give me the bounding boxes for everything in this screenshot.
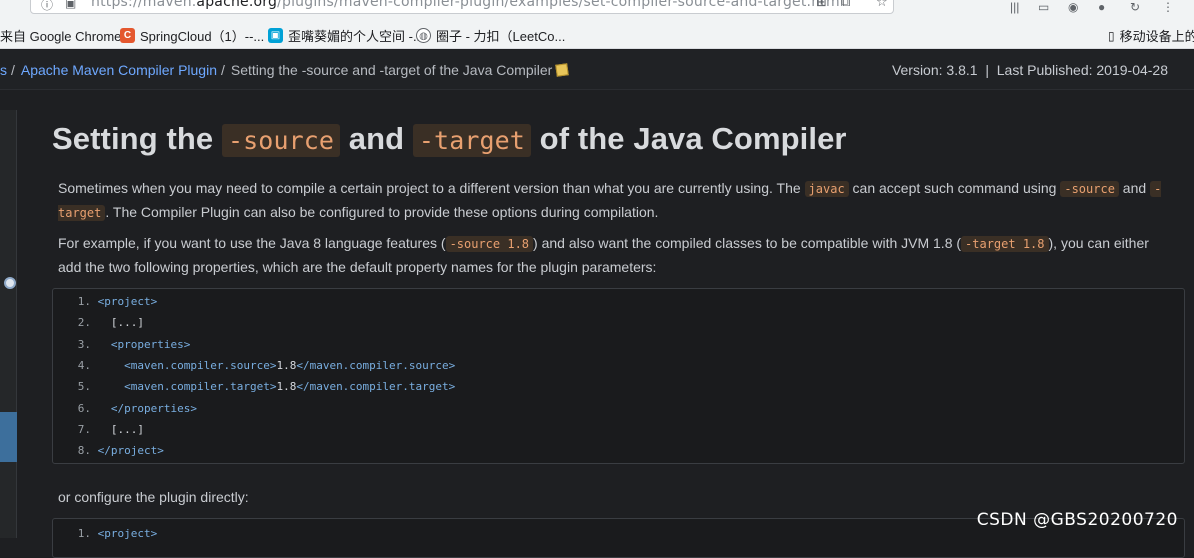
published-date: Last Published: 2019-04-28	[996, 62, 1168, 78]
version-divider: |	[985, 62, 989, 78]
share-icon[interactable]: ⧉	[841, 0, 850, 10]
bookmark-leetcode[interactable]: ◍ 圈子 - 力扣（LeetCo...	[416, 26, 565, 45]
article-content: Setting the -source and -target of the J…	[17, 91, 1194, 558]
breadcrumb-separator: /	[11, 62, 15, 78]
code-tag: <project>	[97, 527, 158, 540]
paragraph-intro: Sometimes when you may need to compile a…	[58, 180, 1162, 221]
code-value: [...]	[110, 422, 144, 436]
site-info-icon[interactable]: ⓘ	[41, 0, 53, 13]
code-line: 8. </project>	[53, 440, 164, 461]
sync-icon[interactable]: ↻	[1130, 0, 1140, 14]
page-header: s / Apache Maven Compiler Plugin / Setting t…	[0, 50, 1194, 90]
reading-list-icon[interactable]: |||	[1010, 0, 1019, 14]
line-number: 2.	[77, 316, 91, 330]
address-bar[interactable]: ⓘ ▣ https://maven.apache.org/plugins/mav…	[30, 0, 894, 14]
lock-icon: ▣	[65, 0, 77, 10]
bookmark-bilibili[interactable]: ▣ 歪嘴葵媚的个人空间 -...	[268, 26, 424, 45]
browser-toolbar: ⓘ ▣ https://maven.apache.org/plugins/mav…	[0, 0, 1194, 18]
breadcrumb-current: Setting the -source and -target of the J…	[230, 62, 553, 78]
breadcrumb-plugin-link[interactable]: Apache Maven Compiler Plugin	[21, 62, 217, 78]
tab-search-icon[interactable]: ▭	[1038, 0, 1049, 14]
code-line: 2. [...]	[53, 312, 144, 333]
code-block-properties: 1. <project> 2. [...] 3. <properties> 4. <m…	[52, 288, 1185, 464]
code-line: 1. <project>	[53, 523, 157, 544]
bookmark-star-icon[interactable]: ☆	[876, 0, 888, 10]
tv-icon: ▣	[268, 28, 283, 43]
code-value: 1.8	[276, 358, 297, 372]
edit-icon[interactable]	[555, 63, 570, 77]
code-value: 1.8	[276, 380, 297, 394]
globe-icon: ◍	[416, 28, 431, 43]
code-line: 1. <project>	[53, 291, 157, 312]
code-line: 5. <maven.compiler.target>1.8</maven.com…	[53, 376, 456, 397]
sidebar-strip	[0, 110, 17, 538]
version-info: Version: 3.8.1 | Last Published: 2019-04…	[892, 62, 1168, 78]
bookmark-label: SpringCloud（1）--...	[140, 29, 265, 44]
code-tag: </properties>	[110, 401, 197, 415]
mobile-icon: ▯	[1108, 28, 1115, 43]
breadcrumb-separator: /	[221, 62, 225, 78]
bookmark-label: 移动设备上的书	[1119, 29, 1194, 44]
line-number: 3.	[77, 337, 91, 351]
url-text: https://maven.apache.org/plugins/maven-c…	[91, 0, 844, 10]
page-title: Setting the -source and -target of the J…	[52, 121, 847, 157]
code-tag: </maven.compiler.target>	[296, 380, 456, 394]
bookmark-springcloud[interactable]: C SpringCloud（1）--...	[120, 26, 264, 45]
code-line: 7. [...]	[53, 419, 144, 440]
line-number: 8.	[77, 444, 91, 458]
code-line: 4. <maven.compiler.source>1.8</maven.com…	[53, 355, 456, 376]
bookmark-label: 来自 Google Chrome	[0, 29, 122, 44]
code-tag: <properties>	[110, 337, 191, 351]
c-logo-icon: C	[120, 28, 135, 43]
menu-icon[interactable]: ⋮	[1162, 0, 1174, 14]
bookmark-chrome[interactable]: 来自 Google Chrome	[0, 26, 121, 45]
sidebar-toggle-icon[interactable]	[4, 277, 16, 289]
code-tag: <project>	[97, 295, 158, 308]
line-number: 6.	[77, 401, 91, 415]
line-number: 5.	[77, 380, 91, 394]
watermark: CSDN @GBS20200720	[976, 510, 1178, 530]
sidebar-active-item[interactable]	[0, 412, 17, 462]
line-number: 1.	[77, 295, 91, 308]
breadcrumb-prev-link[interactable]: s	[0, 62, 7, 78]
paragraph-configure: or configure the plugin directly:	[58, 489, 249, 505]
code-line: 3. <properties>	[53, 334, 191, 355]
breadcrumb: s / Apache Maven Compiler Plugin / Setting t…	[0, 62, 570, 78]
bookmark-label: 歪嘴葵媚的个人空间 -...	[288, 29, 424, 44]
code-value: [...]	[110, 316, 144, 330]
code-tag: <maven.compiler.source>	[124, 358, 277, 372]
code-tag: </maven.compiler.source>	[296, 358, 456, 372]
version-label: Version: 3.8.1	[891, 62, 978, 78]
profile-icon[interactable]: ●	[1098, 0, 1105, 14]
bookmark-label: 圈子 - 力扣（LeetCo...	[436, 29, 566, 44]
line-number: 7.	[77, 422, 91, 436]
extension-icon[interactable]: ◉	[1068, 0, 1078, 14]
code-line: 6. </properties>	[53, 398, 197, 419]
bookmarks-bar: 来自 Google Chrome C SpringCloud（1）--... ▣…	[0, 18, 1194, 49]
code-tag: <maven.compiler.target>	[124, 380, 277, 394]
paragraph-example: For example, if you want to use the Java…	[58, 235, 1149, 275]
translate-icon[interactable]: ⊞	[816, 0, 827, 10]
line-number: 4.	[77, 358, 91, 372]
line-number: 1.	[77, 527, 91, 540]
bookmark-mobile[interactable]: ▯ 移动设备上的书	[1108, 26, 1194, 45]
code-tag: </project>	[97, 444, 164, 458]
